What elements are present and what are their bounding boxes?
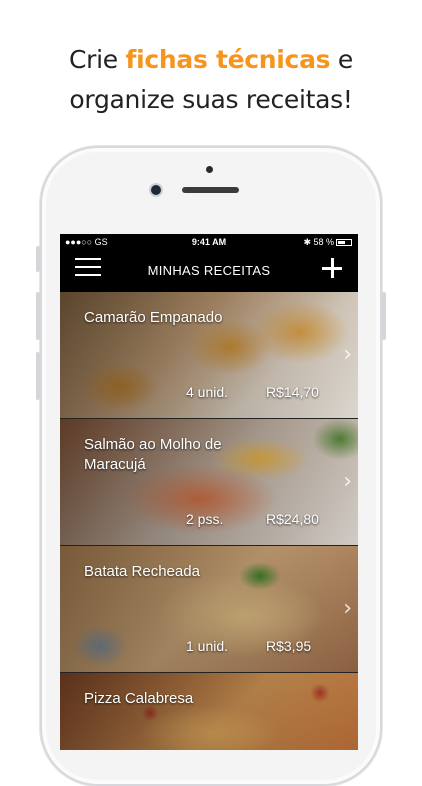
battery-status: ✱ 58 % <box>303 237 352 248</box>
recipe-price: R$24,80 <box>266 511 319 527</box>
battery-icon <box>336 239 352 246</box>
recipe-name: Batata Recheada <box>84 563 200 580</box>
headline-line-1: Crie fichas técnicas e <box>0 40 422 80</box>
recipe-quantity: 4 unid. <box>186 384 229 400</box>
recipe-card[interactable]: Camarão Empanado 4 unid. R$14,70 › <box>60 292 358 419</box>
headline-text-end: e <box>330 45 353 74</box>
recipe-quantity: 2 pss. <box>186 511 224 527</box>
recipe-card[interactable]: Batata Recheada 1 unid. R$3,95 › <box>60 546 358 673</box>
headline-line-2: organize suas receitas! <box>69 85 353 114</box>
recipe-quantity: 1 unid. <box>186 638 229 654</box>
chevron-right-icon: › <box>343 342 352 367</box>
volume-down-button <box>36 352 40 400</box>
chevron-right-icon: › <box>343 469 352 494</box>
front-camera-icon <box>151 185 161 195</box>
promo-headline: Crie fichas técnicas e organize suas rec… <box>0 40 422 120</box>
earpiece-speaker <box>182 187 239 193</box>
volume-up-button <box>36 292 40 340</box>
app-screen: ●●●○○ GS 9:41 AM ✱ 58 % MINHAS RECEITAS … <box>60 234 358 750</box>
recipe-card[interactable]: Pizza Calabresa <box>60 673 358 750</box>
page-title: MINHAS RECEITAS <box>147 263 271 278</box>
recipe-price: R$14,70 <box>266 384 319 400</box>
headline-text: Crie <box>69 45 126 74</box>
recipe-name: Pizza Calabresa <box>84 690 194 707</box>
bluetooth-icon: ✱ <box>303 237 314 247</box>
recipe-name: Camarão Empanado <box>84 309 223 326</box>
mute-switch <box>36 246 40 272</box>
proximity-sensor <box>206 166 213 173</box>
headline-accent: fichas técnicas <box>125 45 331 74</box>
chevron-right-icon: › <box>343 596 352 621</box>
battery-percent: 58 % <box>313 237 334 247</box>
add-recipe-button[interactable] <box>320 254 344 280</box>
power-button <box>382 292 386 340</box>
recipe-card[interactable]: Salmão ao Molho de Maracujá 2 pss. R$24,… <box>60 419 358 546</box>
navigation-bar: MINHAS RECEITAS <box>60 250 358 292</box>
recipe-list: Camarão Empanado 4 unid. R$14,70 › Salmã… <box>60 292 358 750</box>
status-bar: ●●●○○ GS 9:41 AM ✱ 58 % <box>60 234 358 250</box>
recipe-name: Salmão ao Molho de Maracujá <box>84 436 222 473</box>
recipe-price: R$3,95 <box>266 638 312 654</box>
